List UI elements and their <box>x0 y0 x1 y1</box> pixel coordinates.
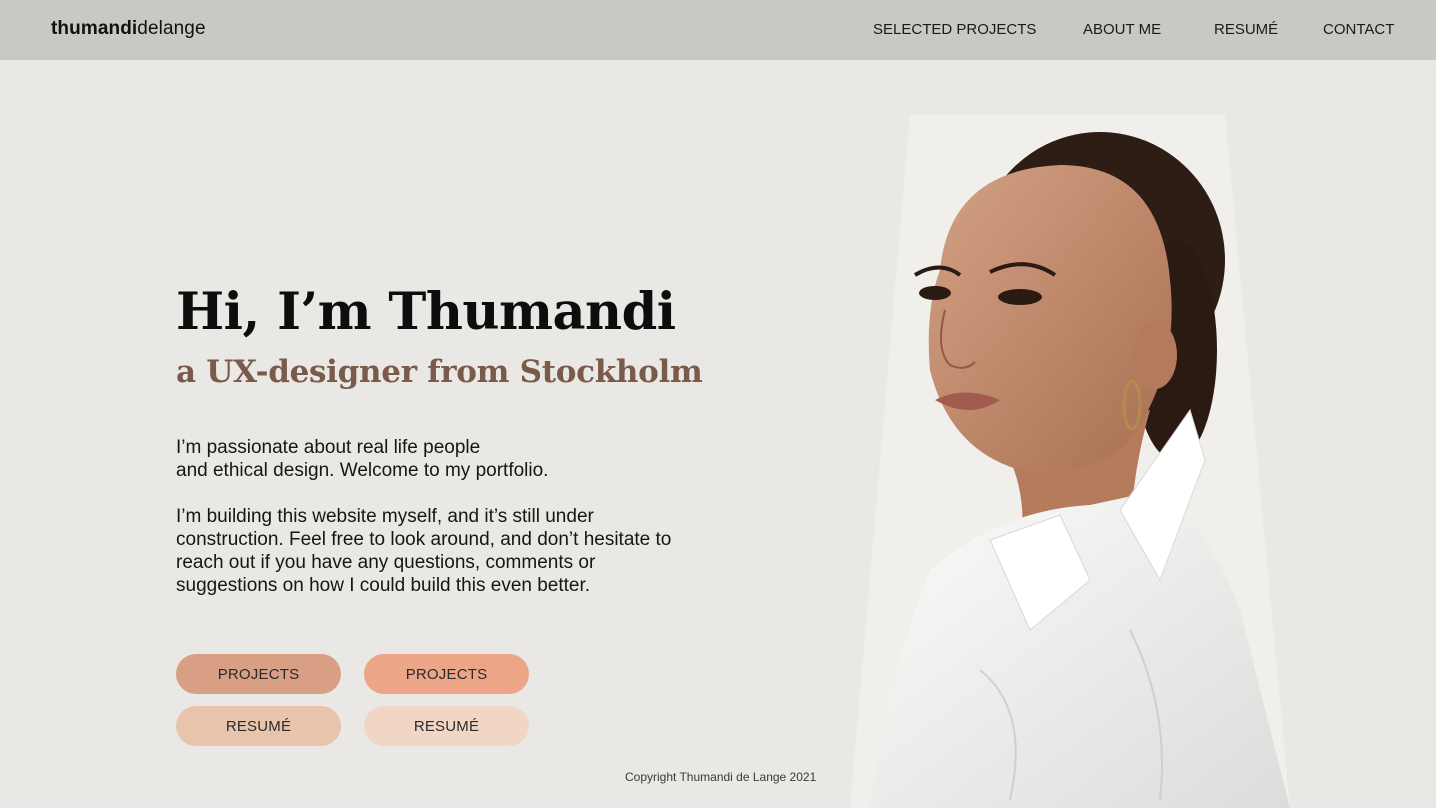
body-line: construction. Feel free to look around, … <box>176 529 672 550</box>
portrait-photo <box>850 115 1290 808</box>
intro-paragraph: I’m passionate about real life people an… <box>176 436 548 482</box>
resume-button-secondary[interactable]: RESUMÉ <box>364 706 529 746</box>
nav-about-me[interactable]: ABOUT ME <box>1083 21 1161 38</box>
projects-button-primary[interactable]: PROJECTS <box>176 654 341 694</box>
logo-first-name: thumandi <box>51 18 138 39</box>
site-logo[interactable]: thumandidelange <box>51 18 206 40</box>
body-line: reach out if you have any questions, com… <box>176 552 596 573</box>
nav-contact[interactable]: CONTACT <box>1323 21 1394 38</box>
body-line: suggestions on how I could build this ev… <box>176 575 591 596</box>
projects-button-secondary[interactable]: PROJECTS <box>364 654 529 694</box>
copyright-text: Copyright Thumandi de Lange 2021 <box>625 770 817 784</box>
resume-button-primary[interactable]: RESUMÉ <box>176 706 341 746</box>
hero-subtitle: a UX-designer from Stockholm <box>176 354 703 390</box>
nav-resume[interactable]: RESUMÉ <box>1214 21 1278 38</box>
intro-line: and ethical design. Welcome to my portfo… <box>176 460 549 481</box>
site-header: thumandidelange SELECTED PROJECTS ABOUT … <box>0 0 1436 60</box>
intro-line: I’m passionate about real life people <box>176 437 481 458</box>
hero-title: Hi, I’m Thumandi <box>176 282 676 342</box>
body-line: I’m building this website myself, and it… <box>176 506 594 527</box>
logo-last-name: delange <box>137 18 206 39</box>
nav-selected-projects[interactable]: SELECTED PROJECTS <box>873 21 1036 38</box>
construction-paragraph: I’m building this website myself, and it… <box>176 505 671 597</box>
